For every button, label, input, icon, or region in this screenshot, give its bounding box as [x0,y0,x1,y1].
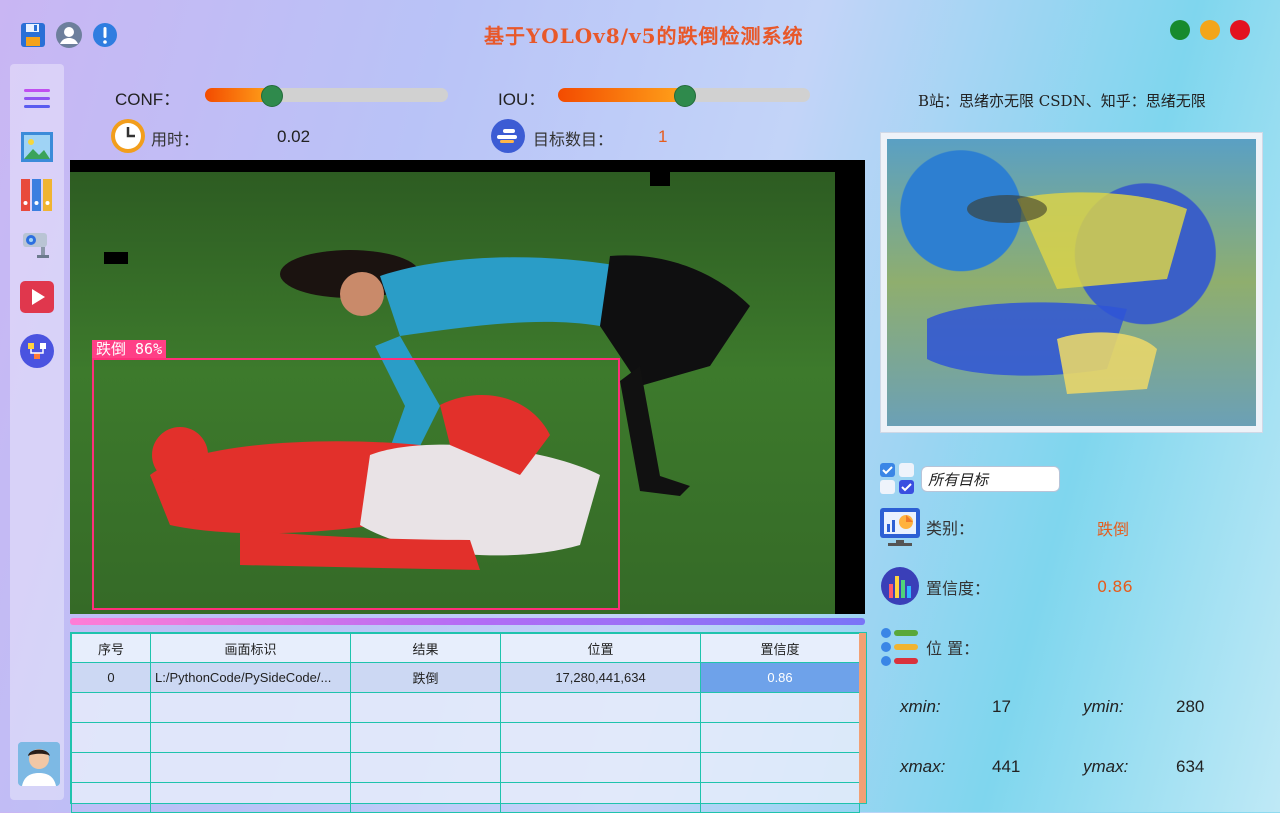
category-icon [880,506,920,552]
target-count-value: 1 [658,127,668,146]
time-value: 0.02 [277,127,311,146]
table-row[interactable] [71,752,860,783]
ymax-value: 634 [1176,757,1205,776]
select-all-icon[interactable] [880,463,916,499]
maximize-button[interactable] [1170,20,1190,40]
clock-icon [110,118,146,158]
iou-slider-handle[interactable] [674,85,696,107]
alert-icon[interactable] [90,20,120,50]
cell-empty[interactable] [350,722,501,753]
cell-empty[interactable] [500,722,701,753]
results-table: 序号 画面标识 结果 位置 置信度 0 L:/PythonCode/PySide… [70,632,867,813]
confidence-label: 置信度： [926,579,991,598]
position-label: 位 置： [926,639,980,658]
conf-slider-track[interactable] [205,88,448,102]
pixel-artifact [104,252,128,264]
save-icon[interactable] [18,20,48,50]
cell-result[interactable]: 跌倒 [350,662,501,693]
cell-empty[interactable] [500,752,701,783]
target-count-label: 目标数目： [533,130,614,149]
table-row[interactable] [71,722,860,753]
conf-slider-handle[interactable] [260,85,283,107]
heatmap-preview [880,132,1263,433]
cell-empty[interactable] [350,782,501,813]
folder-icon[interactable] [18,176,56,214]
cell-empty[interactable] [150,752,351,783]
cell-empty[interactable] [350,692,501,723]
cell-empty[interactable] [700,752,860,783]
cell-empty[interactable] [150,722,351,753]
table-row[interactable] [71,692,860,723]
cell-empty[interactable] [150,692,351,723]
sidebar [10,64,64,800]
pixel-artifact [650,172,670,186]
category-label: 类别： [926,519,975,538]
target-select[interactable]: 所有目标 [921,466,1060,492]
category-value: 跌倒 [1097,520,1130,539]
cell-index[interactable]: 0 [71,662,151,693]
cell-empty[interactable] [71,722,151,753]
header-result[interactable]: 结果 [350,633,501,663]
target-count-icon [490,118,526,158]
image-icon[interactable] [18,128,56,166]
cell-empty[interactable] [350,752,501,783]
table-row[interactable]: 0 L:/PythonCode/PySideCode/... 跌倒 17,280… [71,662,860,693]
table-scrollbar[interactable] [859,633,866,803]
xmax-value: 441 [992,757,1021,776]
confidence-value: 0.86 [1097,577,1133,596]
confidence-icon [880,566,920,610]
minimize-button[interactable] [1200,20,1220,40]
ymin-value: 280 [1176,697,1205,716]
window-title: 基于YOLOv8/v5的跌倒检测系统 [484,24,804,48]
position-icon [880,627,920,671]
cell-empty[interactable] [71,782,151,813]
menu-icon[interactable] [18,80,56,118]
cell-source[interactable]: L:/PythonCode/PySideCode/... [150,662,351,693]
cell-confidence[interactable]: 0.86 [700,662,860,693]
iou-slider-fill [558,88,684,102]
cell-empty[interactable] [71,752,151,783]
camera-icon[interactable] [18,224,56,262]
conf-label: CONF： [115,90,181,109]
time-label: 用时： [151,130,200,149]
header-index[interactable]: 序号 [71,633,151,663]
separator-bar [70,618,865,625]
user-icon[interactable] [54,20,84,50]
header-position[interactable]: 位置 [500,633,701,663]
cell-position[interactable]: 17,280,441,634 [500,662,701,693]
ymin-label: ymin: [1083,697,1124,716]
cell-empty[interactable] [71,692,151,723]
heatmap-image [887,139,1256,426]
header-source[interactable]: 画面标识 [150,633,351,663]
xmin-value: 17 [992,697,1011,716]
cell-empty[interactable] [500,692,701,723]
ymax-label: ymax: [1083,757,1129,776]
detection-image: 跌倒 86% [70,160,865,614]
close-button[interactable] [1230,20,1250,40]
cell-empty[interactable] [500,782,701,813]
cell-empty[interactable] [700,692,860,723]
video-icon[interactable] [18,278,56,316]
table-row[interactable] [71,782,860,813]
detection-box [92,358,620,610]
author-credit: B站：思绪亦无限 CSDN、知乎：思绪无限 [918,92,1206,110]
avatar[interactable] [18,742,60,786]
iou-label: IOU： [498,90,546,109]
xmin-label: xmin: [900,697,941,716]
detection-label: 跌倒 86% [92,340,167,358]
cell-empty[interactable] [700,722,860,753]
model-icon[interactable] [18,332,56,370]
xmax-label: xmax: [900,757,946,776]
header-confidence[interactable]: 置信度 [700,633,860,663]
cell-empty[interactable] [150,782,351,813]
cell-empty[interactable] [700,782,860,813]
